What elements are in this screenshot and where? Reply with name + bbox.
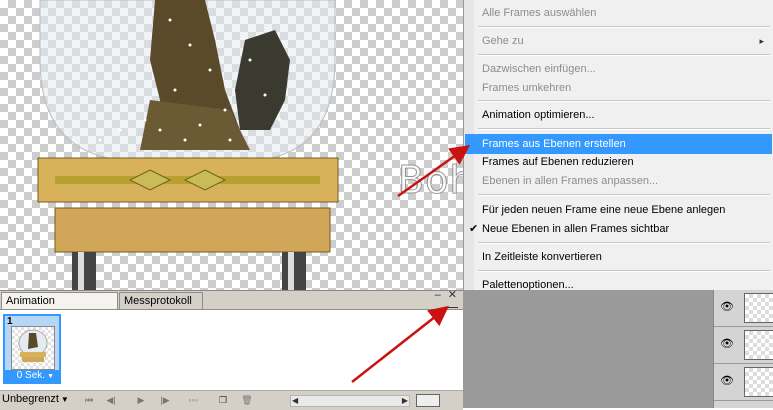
loop-value: Unbegrenzt <box>2 393 59 405</box>
loop-options-select[interactable]: Unbegrenzt ▼ <box>2 393 69 405</box>
menu-item-select-all-frames[interactable]: Alle Frames auswählen <box>465 3 772 23</box>
menu-item-match-layer-across-frames[interactable]: Ebenen in allen Frames anpassen... <box>465 171 772 191</box>
menu-separator <box>478 128 770 130</box>
panel-window-controls: – ✕ <box>435 288 457 301</box>
menu-separator <box>478 194 770 196</box>
frames-area: 1 0 Sek. ▼ <box>0 309 463 390</box>
menu-item-convert-to-timeline[interactable]: In Zeitleiste konvertieren <box>465 247 772 267</box>
scroll-left-icon[interactable]: ◀ <box>292 396 298 406</box>
menu-item-label: Frames auf Ebenen reduzieren <box>482 156 634 168</box>
frame-thumbnail <box>11 326 55 370</box>
minimize-icon[interactable]: – <box>435 289 441 301</box>
close-icon[interactable]: ✕ <box>448 289 457 301</box>
layers-panel: 👁 👁 👁 <box>713 290 773 408</box>
tween-icon[interactable]: ◦◦◦ <box>186 394 200 406</box>
document-canvas[interactable]: Bohne <box>0 0 463 290</box>
next-frame-icon[interactable]: |▶ <box>158 394 172 406</box>
dropdown-arrow-icon: ▼ <box>60 395 69 404</box>
menu-separator <box>478 100 770 102</box>
menu-item-label: Ebenen in allen Frames anpassen... <box>482 175 659 187</box>
menu-item-reverse-frames[interactable]: Frames umkehren <box>465 78 772 98</box>
menu-item-flatten-frames-into-layers[interactable]: Frames auf Ebenen reduzieren <box>465 152 772 172</box>
frame-1[interactable]: 1 0 Sek. ▼ <box>3 314 61 384</box>
menu-item-label: Frames umkehren <box>482 82 572 94</box>
menu-item-make-frames-from-layers[interactable]: Frames aus Ebenen erstellen <box>465 134 772 154</box>
menu-separator <box>478 26 770 28</box>
frame-delay-value: 0 Sek. <box>16 370 46 381</box>
layer-thumbnail <box>744 330 773 360</box>
previous-frame-icon[interactable]: ◀| <box>104 394 118 406</box>
tab-label: Messprotokoll <box>124 295 192 307</box>
animation-panel: Animation (Frames)✕ Messprotokoll – ✕ 1 … <box>0 288 463 410</box>
eye-icon[interactable]: 👁 <box>720 374 734 388</box>
checkmark-icon: ✔ <box>469 223 479 235</box>
menu-item-label: In Zeitleiste konvertieren <box>482 251 602 263</box>
duplicate-frame-icon[interactable]: ❐ <box>216 394 230 406</box>
menu-separator <box>478 242 770 244</box>
scroll-right-icon[interactable]: ▶ <box>402 396 408 406</box>
menu-item-tween[interactable]: Dazwischen einfügen... <box>465 59 772 79</box>
eye-icon[interactable]: 👁 <box>720 300 734 314</box>
tab-measurement-log[interactable]: Messprotokoll <box>119 292 203 309</box>
menu-separator <box>478 270 770 272</box>
frames-scrollbar[interactable]: ◀ ▶ <box>290 395 410 407</box>
menu-item-label: Dazwischen einfügen... <box>482 63 596 75</box>
layer-row[interactable]: 👁 <box>714 327 773 364</box>
menu-item-create-new-layer-each-frame[interactable]: Für jeden neuen Frame eine neue Ebene an… <box>465 200 772 220</box>
menu-item-label: Neue Ebenen in allen Frames sichtbar <box>482 223 670 235</box>
animation-panel-menu: Alle Frames auswählen Gehe zu ▸ Dazwische… <box>463 0 773 291</box>
eye-icon[interactable]: 👁 <box>720 337 734 351</box>
menu-item-optimize-animation[interactable]: Animation optimieren... <box>465 105 772 125</box>
menu-item-label: Frames aus Ebenen erstellen <box>482 138 626 150</box>
tab-animation-frames[interactable]: Animation (Frames)✕ <box>1 292 118 324</box>
snow-globe-image <box>37 0 339 290</box>
frame-delay-dropdown[interactable]: 0 Sek. ▼ <box>5 370 59 382</box>
first-frame-icon[interactable]: ⏮ <box>82 394 96 406</box>
submenu-arrow-icon: ▸ <box>759 36 764 46</box>
delete-frame-icon[interactable]: 🗑 <box>240 394 254 406</box>
animation-controls-bar: Unbegrenzt ▼ ⏮ ◀| ▶ |▶ ◦◦◦ ❐ 🗑 ◀ ▶ <box>0 390 463 410</box>
menu-separator <box>478 54 770 56</box>
workspace-background <box>463 290 713 408</box>
menu-item-label: Gehe zu <box>482 35 524 47</box>
watermark-text: Bohne <box>398 158 463 203</box>
menu-item-go-to[interactable]: Gehe zu ▸ <box>465 31 772 51</box>
layer-thumbnail <box>744 293 773 323</box>
dropdown-arrow-icon: ▼ <box>47 373 54 380</box>
layer-row[interactable]: 👁 <box>714 364 773 401</box>
convert-to-timeline-icon[interactable] <box>416 394 440 407</box>
layer-thumbnail <box>744 367 773 397</box>
layer-row[interactable]: 👁 <box>714 290 773 327</box>
menu-item-label: Animation optimieren... <box>482 109 595 121</box>
menu-item-label: Für jeden neuen Frame eine neue Ebene an… <box>482 204 726 216</box>
play-icon[interactable]: ▶ <box>134 394 148 406</box>
menu-item-label: Alle Frames auswählen <box>482 7 597 19</box>
menu-item-new-layers-visible-all-frames[interactable]: ✔ Neue Ebenen in allen Frames sichtbar <box>465 219 772 239</box>
